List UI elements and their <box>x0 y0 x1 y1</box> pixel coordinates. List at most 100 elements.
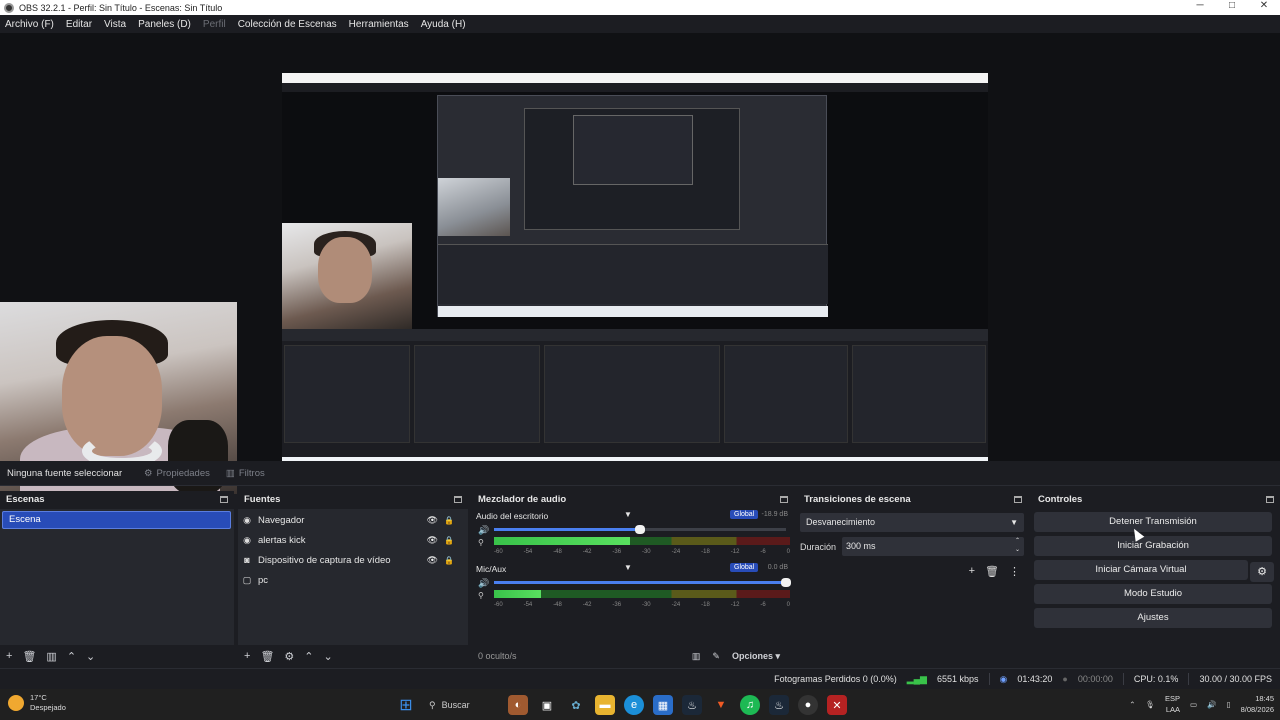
menu-scene-collection[interactable]: Colección de Escenas <box>238 19 337 30</box>
trash-icon[interactable]: 🗑 <box>22 650 36 663</box>
weather-widget[interactable]: 17°C Despejado <box>8 693 66 713</box>
temperature: 17°C <box>30 693 47 702</box>
filter-icon[interactable]: ▥ <box>46 650 56 663</box>
app-icon[interactable]: ✕ <box>827 695 847 715</box>
transitions-dock: Transiciones de escena Desvanecimiento ▼ … <box>798 491 1028 667</box>
virtual-camera-button[interactable]: Iniciar Cámara Virtual <box>1034 560 1248 580</box>
transitions-body: Desvanecimiento ▼ Duración 300 ms ⌃ ⌄ + 🗑 ⋮ <box>798 509 1028 645</box>
mic-icon[interactable]: 🎙 <box>1146 700 1156 709</box>
undock-icon[interactable] <box>454 495 462 503</box>
store-icon[interactable]: ▦ <box>653 695 673 715</box>
transition-select[interactable]: Desvanecimiento ▼ <box>800 513 1024 532</box>
eye-icon[interactable]: 👁 <box>427 515 438 526</box>
edge-icon[interactable]: e <box>624 695 644 715</box>
volume-knob[interactable] <box>781 578 791 587</box>
eye-icon[interactable]: 👁 <box>427 555 438 566</box>
steam-icon-2[interactable]: ♨ <box>769 695 789 715</box>
undock-icon[interactable] <box>1014 495 1022 503</box>
widgets-icon[interactable]: ◐ <box>508 695 528 715</box>
menu-file[interactable]: Archivo (F) <box>5 19 54 30</box>
start-recording-button[interactable]: Iniciar Grabación <box>1034 536 1272 556</box>
copilot-icon[interactable]: ✿ <box>566 695 586 715</box>
filters-button[interactable]: ▥ Filtros <box>226 468 265 479</box>
move-up-icon[interactable]: ⌃ <box>304 650 313 663</box>
trash-icon[interactable]: 🗑 <box>260 650 274 663</box>
taskbar-search[interactable]: ⚲ Buscar <box>425 694 499 716</box>
spin-icon[interactable]: ⌃ ⌄ <box>1015 537 1020 555</box>
obs-icon[interactable]: ● <box>798 695 818 715</box>
language-indicator[interactable]: ESP LAA <box>1165 693 1180 715</box>
menu-docks[interactable]: Paneles (D) <box>138 19 191 30</box>
menu-view[interactable]: Vista <box>104 19 126 30</box>
menu-help[interactable]: Ayuda (H) <box>421 19 466 30</box>
menu-profile[interactable]: Perfil <box>203 19 226 30</box>
battery-icon[interactable]: ▯ <box>1226 700 1230 709</box>
lock-icon[interactable]: 🔒 <box>444 556 454 565</box>
menu-edit[interactable]: Editar <box>66 19 92 30</box>
spotify-icon[interactable]: ♫ <box>740 695 760 715</box>
task-view-icon[interactable]: ▣ <box>537 695 557 715</box>
stop-stream-button[interactable]: Detener Transmisión <box>1034 512 1272 532</box>
source-item[interactable]: ▢ pc <box>242 571 464 589</box>
lock-icon[interactable]: 🔒 <box>444 516 454 525</box>
minimize-button[interactable]: ─ <box>1184 0 1216 11</box>
channel-name: Mic/Aux <box>476 564 507 574</box>
source-name: alertas kick <box>258 534 306 546</box>
scene-item[interactable]: Escena <box>2 511 231 529</box>
bitrate: 6551 kbps <box>936 674 979 684</box>
meter-tick-label: -54 <box>523 602 533 608</box>
duration-input[interactable]: 300 ms ⌃ ⌄ <box>842 537 1024 556</box>
menu-tools[interactable]: Herramientas <box>349 19 409 30</box>
global-badge[interactable]: Global <box>730 510 759 519</box>
volume-icon[interactable]: 🔊 <box>1207 700 1216 709</box>
studio-mode-button[interactable]: Modo Estudio <box>1034 584 1272 604</box>
source-item[interactable]: ◉ alertas kick 👁 🔒 <box>242 531 464 549</box>
settings-button[interactable]: Ajustes <box>1034 608 1272 628</box>
gear-icon[interactable]: ⚙ <box>1250 562 1274 582</box>
sun-icon <box>8 695 24 711</box>
maximize-button[interactable]: □ <box>1216 0 1248 11</box>
clock[interactable]: 18:45 8/08/2026 <box>1241 693 1274 715</box>
mixer-channel: Mic/Aux ▼ Global 0.0 dB 🔊 ⚲ -60 -54 -48 -42… <box>474 563 791 616</box>
move-down-icon[interactable]: ⌄ <box>86 650 95 663</box>
undock-icon[interactable] <box>220 495 228 503</box>
add-icon[interactable]: + <box>6 650 12 662</box>
gear-icon[interactable]: ⚙ <box>284 650 294 663</box>
more-icon[interactable]: ⋮ <box>1009 565 1020 578</box>
preview-canvas[interactable] <box>282 73 988 471</box>
source-item[interactable]: ◙ Dispositivo de captura de vídeo 👁 🔒 <box>242 551 464 569</box>
chevron-down-icon[interactable]: ▼ <box>624 563 632 572</box>
steam-icon[interactable]: ♨ <box>682 695 702 715</box>
move-up-icon[interactable]: ⌃ <box>67 650 76 663</box>
chevron-down-icon[interactable]: ▼ <box>624 510 632 519</box>
options-button[interactable]: Opciones ▾ <box>732 651 780 662</box>
undock-icon[interactable] <box>1266 495 1274 503</box>
lock-icon[interactable]: 🔒 <box>444 536 454 545</box>
brave-icon[interactable]: ▼ <box>711 695 731 715</box>
global-badge[interactable]: Global <box>730 563 759 572</box>
undock-icon[interactable] <box>780 495 788 503</box>
wrench-icon[interactable]: ✎ <box>712 651 720 662</box>
transition-value: Desvanecimiento <box>806 517 876 527</box>
move-down-icon[interactable]: ⌄ <box>324 650 333 663</box>
audio-mixer-dock: Mezclador de audio Audio del escritorio … <box>472 491 794 667</box>
source-item[interactable]: ◉ Navegador 👁 🔒 <box>242 511 464 529</box>
volume-slider[interactable] <box>494 525 786 534</box>
speaker-icon[interactable]: 🔊 <box>478 525 489 536</box>
preview-area[interactable] <box>0 33 1280 494</box>
windows-start-icon[interactable]: ⊞ <box>396 695 416 715</box>
close-button[interactable]: ✕ <box>1248 0 1280 11</box>
file-explorer-icon[interactable]: ▬ <box>595 695 615 715</box>
network-icon[interactable]: ▭ <box>1190 700 1197 709</box>
eye-icon[interactable]: 👁 <box>427 535 438 546</box>
volume-slider[interactable] <box>494 578 791 587</box>
speaker-icon[interactable]: 🔊 <box>478 578 489 589</box>
add-icon[interactable]: + <box>969 565 975 578</box>
layout-icon[interactable]: ▥ <box>692 651 701 662</box>
chevron-up-icon[interactable]: ⌃ <box>1129 700 1135 709</box>
live-time: 01:43:20 <box>1017 674 1053 684</box>
properties-button[interactable]: ⚙ Propiedades <box>144 468 210 479</box>
add-icon[interactable]: + <box>244 650 250 662</box>
volume-knob[interactable] <box>635 525 645 534</box>
trash-icon[interactable]: 🗑 <box>985 565 999 578</box>
